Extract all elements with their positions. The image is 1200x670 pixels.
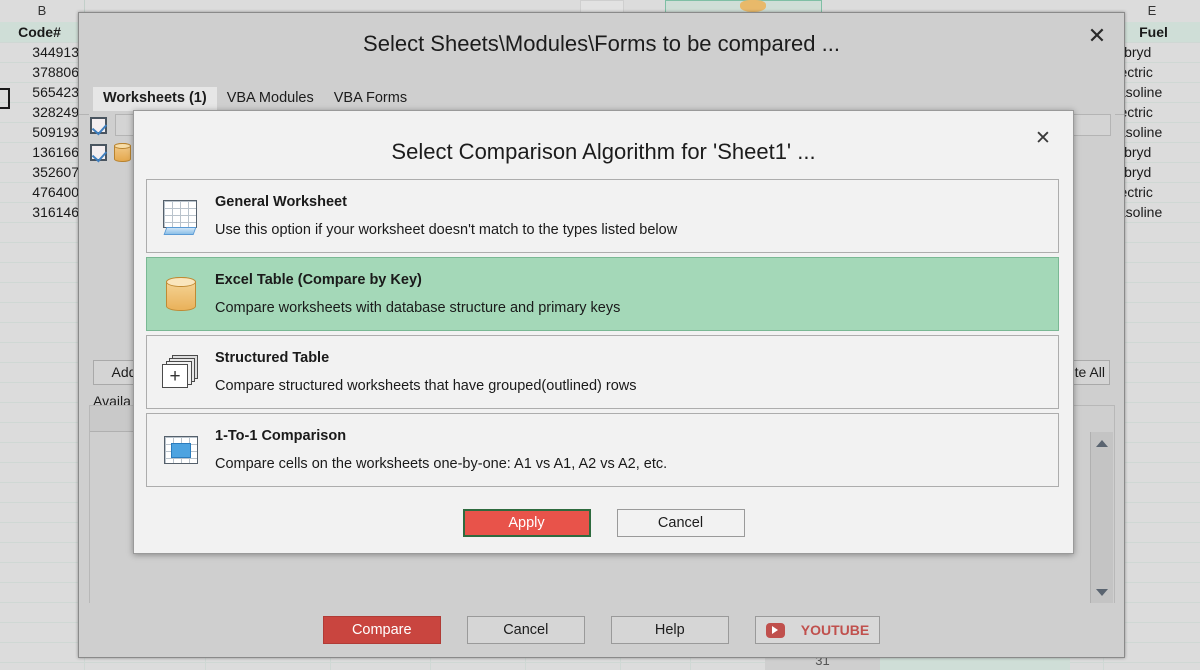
grid-selection-icon: [147, 436, 215, 464]
inner-dialog-footer: Apply Cancel: [134, 493, 1073, 553]
algorithm-option-description: Use this option if your worksheet doesn'…: [215, 222, 678, 238]
algorithm-option-structured-table[interactable]: + Structured Table Compare structured work…: [146, 335, 1059, 409]
database-cylinder-icon: [147, 276, 215, 311]
excel-cell-b[interactable]: 476400: [0, 182, 82, 202]
algorithm-option-description: Compare cells on the worksheets one-by-o…: [215, 456, 668, 472]
help-button[interactable]: Help: [610, 616, 729, 644]
algorithm-option-title: General Worksheet: [215, 194, 347, 210]
excel-cell-b[interactable]: 378806: [0, 62, 82, 82]
algorithm-option-text: General Worksheet Use this option if your…: [215, 194, 1058, 238]
algorithm-option-text: 1-To-1 Comparison Compare cells on the wo…: [215, 428, 1058, 472]
tab-worksheets-1[interactable]: Worksheets (1): [93, 87, 217, 111]
scroll-down-icon[interactable]: [1091, 583, 1113, 601]
excel-column-header-b[interactable]: B: [0, 0, 85, 22]
outer-dialog-footer: Compare Cancel Help YOUTUBE: [79, 603, 1124, 657]
worksheet-grid-icon: [147, 200, 215, 235]
cancel-button[interactable]: Cancel: [466, 616, 585, 644]
excel-artifact-cylinder: [740, 0, 766, 12]
excel-cell-b[interactable]: 565423: [0, 82, 82, 102]
excel-cell-b[interactable]: 136166: [0, 142, 82, 162]
inner-dialog-title: Select Comparison Algorithm for 'Sheet1'…: [391, 139, 816, 164]
excel-selection-marker: [0, 88, 10, 109]
algorithm-option-title: 1-To-1 Comparison: [215, 428, 347, 444]
youtube-button[interactable]: YOUTUBE: [754, 616, 881, 644]
close-icon[interactable]: ✕: [1084, 23, 1110, 49]
algorithm-option-general-worksheet[interactable]: General Worksheet Use this option if your…: [146, 179, 1059, 253]
algorithm-option-text: Excel Table (Compare by Key) Compare work…: [215, 272, 1058, 316]
select-algorithm-dialog: Select Comparison Algorithm for 'Sheet1'…: [133, 110, 1074, 554]
screen-root: B E Code# 344913 378806 565423 328249 509193 1…: [0, 0, 1200, 670]
excel-cell-b[interactable]: 344913: [0, 42, 82, 62]
row-checkbox-2[interactable]: [90, 144, 107, 161]
worksheet-tabs: Worksheets (1) VBA Modules VBA Forms: [93, 87, 417, 111]
youtube-play-icon: [765, 622, 785, 638]
excel-cell-b[interactable]: 328249: [0, 102, 82, 122]
algorithm-option-excel-table-compare-by-key[interactable]: Excel Table (Compare by Key) Compare work…: [146, 257, 1059, 331]
algorithm-option-title: Structured Table: [215, 350, 330, 366]
algorithm-option-description: Compare structured worksheets that have …: [215, 378, 637, 394]
excel-cell-b[interactable]: 352607: [0, 162, 82, 182]
compare-button[interactable]: Compare: [322, 616, 441, 644]
available-list-scrollbar[interactable]: [1090, 432, 1113, 603]
row-checkbox-1[interactable]: [90, 117, 107, 134]
close-icon[interactable]: ✕: [1031, 127, 1055, 151]
algorithm-option-1-to-1-comparison[interactable]: 1-To-1 Comparison Compare cells on the wo…: [146, 413, 1059, 487]
excel-cell-b[interactable]: 509193: [0, 122, 82, 142]
outer-dialog-title: Select Sheets\Modules\Forms to be compar…: [363, 31, 840, 56]
cancel-button[interactable]: Cancel: [616, 509, 745, 537]
tab-vba-modules[interactable]: VBA Modules: [217, 87, 324, 111]
algorithm-option-text: Structured Table Compare structured works…: [215, 350, 1058, 394]
database-cylinder-icon: [114, 143, 131, 162]
excel-cell-b-header[interactable]: Code#: [0, 22, 82, 42]
algorithm-option-description: Compare worksheets with database structu…: [215, 300, 621, 316]
stacked-sheets-plus-icon: +: [147, 355, 215, 389]
excel-cell-b[interactable]: 316146: [0, 202, 82, 222]
youtube-button-label: YOUTUBE: [800, 622, 870, 638]
algorithm-option-title: Excel Table (Compare by Key): [215, 272, 422, 288]
apply-button[interactable]: Apply: [462, 509, 591, 537]
tab-vba-forms[interactable]: VBA Forms: [324, 87, 417, 111]
scroll-up-icon[interactable]: [1091, 434, 1113, 452]
algorithm-options-list: General Worksheet Use this option if your…: [146, 179, 1059, 491]
